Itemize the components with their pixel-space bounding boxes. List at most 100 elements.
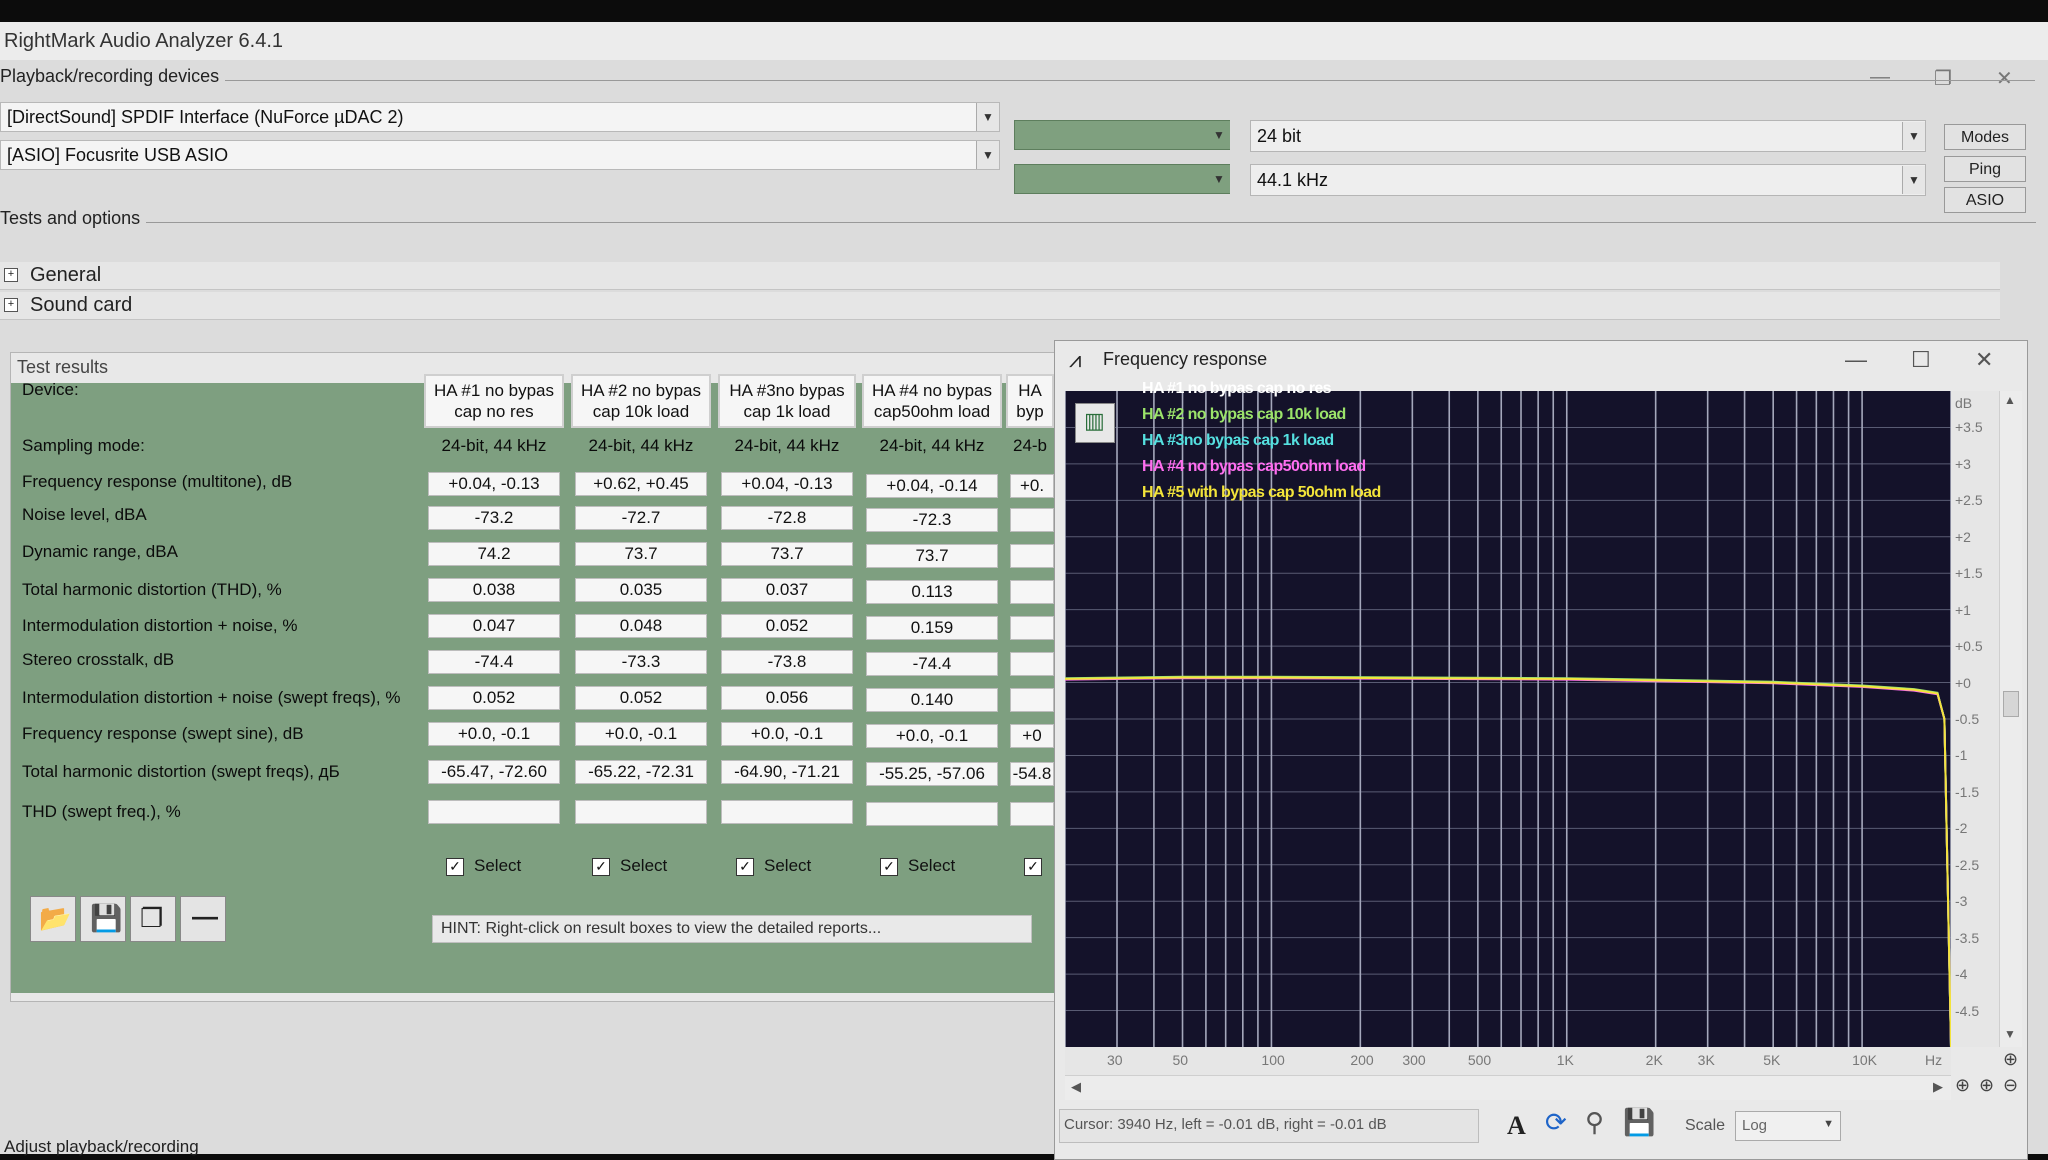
zoom-fit-icon[interactable]: ⊕ (1955, 1075, 1970, 1096)
save-button[interactable]: 💾 (80, 896, 126, 942)
result-box[interactable] (1010, 580, 1054, 604)
asio-button[interactable]: ASIO (1944, 187, 2026, 213)
ping-button[interactable]: Ping (1944, 156, 2026, 182)
tree-item-sound-card[interactable]: + Sound card (0, 292, 2000, 320)
close-icon[interactable]: ✕ (1996, 66, 2013, 91)
close-icon[interactable]: ✕ (1975, 347, 1993, 373)
result-box[interactable]: 0.048 (575, 614, 707, 638)
select-checkbox-3[interactable]: ✓ (736, 858, 754, 876)
result-box[interactable]: 0.047 (428, 614, 560, 638)
remove-button[interactable]: — (180, 896, 226, 942)
result-box[interactable] (1010, 544, 1054, 568)
result-box[interactable] (866, 802, 998, 826)
scroll-down-icon[interactable]: ▼ (2004, 1027, 2016, 1041)
result-box[interactable]: +0. (1010, 474, 1054, 498)
result-box[interactable]: -74.4 (866, 652, 998, 676)
result-box[interactable]: +0.0, -0.1 (866, 724, 998, 748)
recording-channel-combo[interactable] (1014, 164, 1230, 194)
expand-icon[interactable]: + (4, 268, 18, 282)
result-box[interactable]: -72.8 (721, 506, 853, 530)
select-checkbox-1[interactable]: ✓ (446, 858, 464, 876)
bit-depth-dropdown-icon[interactable]: ▼ (1902, 122, 1925, 150)
device-header-2[interactable]: HA #2 no bypas cap 10k load (571, 374, 711, 428)
result-box[interactable]: -55.25, -57.06 (866, 762, 998, 786)
result-box[interactable]: 0.113 (866, 580, 998, 604)
text-font-icon[interactable]: A (1507, 1111, 1526, 1141)
result-box[interactable]: -65.22, -72.31 (575, 760, 707, 784)
maximize-icon[interactable]: ☐ (1911, 347, 1931, 373)
sample-rate-combo[interactable]: 44.1 kHz (1250, 164, 1926, 196)
result-box[interactable]: +0.0, -0.1 (575, 722, 707, 746)
result-box[interactable]: -65.47, -72.60 (428, 760, 560, 784)
chart-options-button[interactable]: ▥ (1075, 403, 1115, 443)
device-header-4[interactable]: HA #4 no bypas cap50ohm load (862, 374, 1002, 428)
result-box[interactable] (1010, 508, 1054, 532)
expand-icon[interactable]: + (4, 298, 18, 312)
scroll-up-icon[interactable]: ▲ (2004, 393, 2016, 407)
result-box[interactable]: 73.7 (575, 542, 707, 566)
vertical-scrollbar[interactable]: ▲ ▼ (1999, 391, 2022, 1047)
result-box[interactable]: -72.7 (575, 506, 707, 530)
scale-dropdown-icon[interactable]: ▼ (1823, 1118, 1834, 1130)
result-box[interactable]: 0.038 (428, 578, 560, 602)
zoom-in-icon[interactable]: ⊕ (1979, 1075, 1994, 1096)
minimize-icon[interactable]: — (1870, 66, 1890, 89)
result-box[interactable]: 0.159 (866, 616, 998, 640)
playback-channel-combo[interactable] (1014, 120, 1230, 150)
result-box[interactable]: +0.04, -0.13 (721, 472, 853, 496)
result-box[interactable]: -73.2 (428, 506, 560, 530)
result-box[interactable]: 0.052 (721, 614, 853, 638)
horizontal-scrollbar[interactable]: ◀ ▶ (1065, 1075, 1951, 1100)
scroll-left-icon[interactable]: ◀ (1071, 1079, 1081, 1095)
result-box[interactable]: -73.8 (721, 650, 853, 674)
result-box[interactable]: -72.3 (866, 508, 998, 532)
refresh-icon[interactable]: ⟳ (1545, 1107, 1567, 1138)
device-header-3[interactable]: HA #3no bypas cap 1k load (718, 374, 856, 428)
result-box[interactable]: -64.90, -71.21 (721, 760, 853, 784)
select-checkbox-4[interactable]: ✓ (880, 858, 898, 876)
result-box[interactable]: 74.2 (428, 542, 560, 566)
result-box[interactable]: 0.035 (575, 578, 707, 602)
result-box[interactable]: 0.037 (721, 578, 853, 602)
playback-channel-dropdown-icon[interactable]: ▼ (1208, 121, 1230, 149)
device-header-5[interactable]: HA byp (1006, 374, 1054, 428)
tree-item-general[interactable]: + General (0, 262, 2000, 290)
result-box[interactable]: +0.04, -0.14 (866, 474, 998, 498)
result-box[interactable] (721, 800, 853, 824)
device-header-1[interactable]: HA #1 no bypas cap no res (424, 374, 564, 428)
scroll-thumb[interactable] (2003, 691, 2019, 717)
result-box[interactable]: 0.052 (428, 686, 560, 710)
result-box[interactable] (575, 800, 707, 824)
result-box[interactable] (1010, 688, 1054, 712)
save-icon[interactable]: 💾 (1623, 1107, 1655, 1138)
open-button[interactable]: 📂 (30, 896, 76, 942)
result-box[interactable]: -74.4 (428, 650, 560, 674)
playback-dropdown-icon[interactable]: ▼ (976, 103, 999, 131)
recording-device-combo[interactable]: [ASIO] Focusrite USB ASIO (0, 140, 1000, 170)
result-box[interactable]: +0.62, +0.45 (575, 472, 707, 496)
zoom-out-icon[interactable]: ⊖ (2003, 1075, 2018, 1096)
sample-rate-dropdown-icon[interactable]: ▼ (1902, 166, 1925, 194)
result-box[interactable]: 73.7 (866, 544, 998, 568)
result-box[interactable]: +0 (1010, 724, 1054, 748)
result-box[interactable]: +0.0, -0.1 (428, 722, 560, 746)
result-box[interactable]: 0.052 (575, 686, 707, 710)
result-box[interactable]: 0.140 (866, 688, 998, 712)
select-checkbox-5[interactable]: ✓ (1024, 858, 1042, 876)
scroll-right-icon[interactable]: ▶ (1933, 1079, 1943, 1095)
result-box[interactable]: -73.3 (575, 650, 707, 674)
result-box[interactable]: +0.0, -0.1 (721, 722, 853, 746)
result-box[interactable]: 0.056 (721, 686, 853, 710)
search-icon[interactable]: ⚲ (1585, 1107, 1604, 1138)
result-box[interactable] (1010, 802, 1054, 826)
result-box[interactable]: +0.04, -0.13 (428, 472, 560, 496)
zoom-icon[interactable]: ⊕ (2003, 1049, 2018, 1070)
copy-button[interactable]: ❐ (130, 896, 176, 942)
restore-icon[interactable]: ❐ (1934, 66, 1952, 91)
bit-depth-combo[interactable]: 24 bit (1250, 120, 1926, 152)
result-box[interactable]: 73.7 (721, 542, 853, 566)
recording-channel-dropdown-icon[interactable]: ▼ (1208, 165, 1230, 193)
minimize-icon[interactable]: — (1845, 347, 1867, 373)
recording-dropdown-icon[interactable]: ▼ (976, 141, 999, 169)
adjust-playback-link[interactable]: Adjust playback/recording (4, 1137, 199, 1157)
